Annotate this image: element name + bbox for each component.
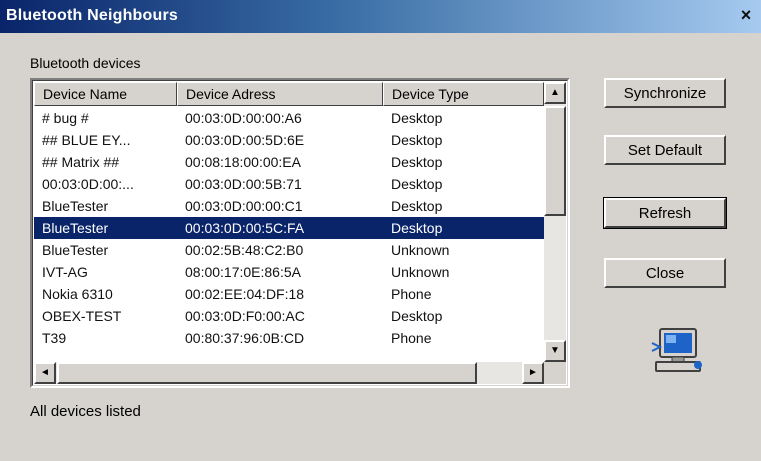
scroll-up-icon[interactable]: ▲ xyxy=(544,82,566,104)
device-name-cell: 00:03:0D:00:... xyxy=(42,176,134,192)
device-type-cell: Phone xyxy=(391,330,432,346)
device-type-cell: Desktop xyxy=(391,154,443,170)
device-address-cell: 00:08:18:00:00:EA xyxy=(185,154,301,170)
table-row[interactable]: BlueTester 00:03:0D:00:5C:FA Desktop xyxy=(34,217,544,239)
scroll-right-icon[interactable]: ► xyxy=(522,362,544,384)
device-name-cell: # bug # xyxy=(42,110,89,126)
device-name-cell: BlueTester xyxy=(42,198,109,214)
scrollbar-corner xyxy=(544,362,566,384)
device-name-cell: ## BLUE EY... xyxy=(42,132,131,148)
device-rows: # bug #00:03:0D:00:00:A6 Desktop ## BLUE E… xyxy=(34,107,544,357)
device-type-cell: Unknown xyxy=(391,264,450,280)
device-address-cell: 08:00:17:0E:86:5A xyxy=(185,264,301,280)
column-header-row: Device Name Device Adress Device Type xyxy=(34,82,544,106)
close-icon[interactable]: × xyxy=(737,6,755,24)
table-row[interactable]: IVT-AG 08:00:17:0E:86:5A Unknown xyxy=(34,261,544,283)
device-type-cell: Desktop xyxy=(391,132,443,148)
device-address-cell: 00:03:0D:00:00:A6 xyxy=(185,110,302,126)
table-row[interactable]: # bug # 00:03:0D:00:00:A6 Desktop xyxy=(34,107,544,129)
device-type-cell: Phone xyxy=(391,286,432,302)
device-name-cell: BlueTester xyxy=(42,242,109,258)
refresh-button[interactable]: Refresh xyxy=(603,197,727,229)
table-row[interactable]: BlueTester 00:03:0D:00:00:C1 Desktop xyxy=(34,195,544,217)
vertical-scrollbar[interactable]: ▲ ▼ xyxy=(544,82,566,362)
table-row[interactable]: 00:03:0D:00:... 00:03:0D:00:5B:71 Desktop xyxy=(34,173,544,195)
device-type-cell: Desktop xyxy=(391,308,443,324)
column-header-device-name[interactable]: Device Name xyxy=(34,82,177,106)
table-row[interactable]: T39 00:80:37:96:0B:CD Phone xyxy=(34,327,544,349)
device-type-cell: Desktop xyxy=(391,220,443,236)
scroll-down-icon[interactable]: ▼ xyxy=(544,340,566,362)
device-name-cell: T39 xyxy=(42,330,67,346)
device-type-cell: Desktop xyxy=(391,176,443,192)
device-list-frame: Device Name Device Adress Device Type # … xyxy=(32,80,568,386)
device-address-cell: 00:03:0D:00:5B:71 xyxy=(185,176,302,192)
vertical-scroll-thumb[interactable] xyxy=(544,106,566,216)
devices-group-label: Bluetooth devices xyxy=(30,55,141,71)
device-type-cell: Unknown xyxy=(391,242,450,258)
device-address-cell: 00:03:0D:00:00:C1 xyxy=(185,198,303,214)
device-address-cell: 00:02:EE:04:DF:18 xyxy=(185,286,305,302)
device-address-cell: 00:03:0D:00:5D:6E xyxy=(185,132,305,148)
device-name-cell: Nokia 6310 xyxy=(42,286,113,302)
bluetooth-neighbours-dialog: Bluetooth Neighbours × Bluetooth devices… xyxy=(0,0,761,461)
table-row[interactable]: OBEX-TEST 00:03:0D:F0:00:AC Desktop xyxy=(34,305,544,327)
title-bar[interactable]: Bluetooth Neighbours × xyxy=(0,0,761,33)
device-name-cell: IVT-AG xyxy=(42,264,88,280)
status-text: All devices listed xyxy=(30,403,141,420)
device-address-cell: 00:80:37:96:0B:CD xyxy=(185,330,305,346)
table-row[interactable]: ## Matrix ## 00:08:18:00:00:EA Desktop xyxy=(34,151,544,173)
close-button[interactable]: Close xyxy=(604,258,726,288)
device-address-cell: 00:03:0D:F0:00:AC xyxy=(185,308,305,324)
set-default-button[interactable]: Set Default xyxy=(604,135,726,165)
device-name-cell: ## Matrix ## xyxy=(42,154,120,170)
table-row[interactable]: BlueTester 00:02:5B:48:C2:B0 Unknown xyxy=(34,239,544,261)
table-row[interactable]: Nokia 6310 00:02:EE:04:DF:18 Phone xyxy=(34,283,544,305)
device-address-cell: 00:02:5B:48:C2:B0 xyxy=(185,242,304,258)
device-name-cell: BlueTester xyxy=(42,220,109,236)
device-name-cell: OBEX-TEST xyxy=(42,308,122,324)
device-type-cell: Desktop xyxy=(391,198,443,214)
device-type-cell: Desktop xyxy=(391,110,443,126)
column-header-device-address[interactable]: Device Adress xyxy=(177,82,383,106)
horizontal-scrollbar[interactable]: ◄ ► xyxy=(34,362,544,384)
synchronize-button[interactable]: Synchronize xyxy=(604,78,726,108)
column-header-device-type[interactable]: Device Type xyxy=(383,82,544,106)
scroll-left-icon[interactable]: ◄ xyxy=(34,362,56,384)
window-title: Bluetooth Neighbours xyxy=(6,7,178,24)
computer-bluetooth-icon xyxy=(651,328,702,372)
device-address-cell: 00:03:0D:00:5C:FA xyxy=(185,220,305,236)
table-row[interactable]: ## BLUE EY... 00:03:0D:00:5D:6E Desktop xyxy=(34,129,544,151)
horizontal-scroll-thumb[interactable] xyxy=(57,362,477,384)
device-list[interactable]: Device Name Device Adress Device Type # … xyxy=(30,78,570,388)
